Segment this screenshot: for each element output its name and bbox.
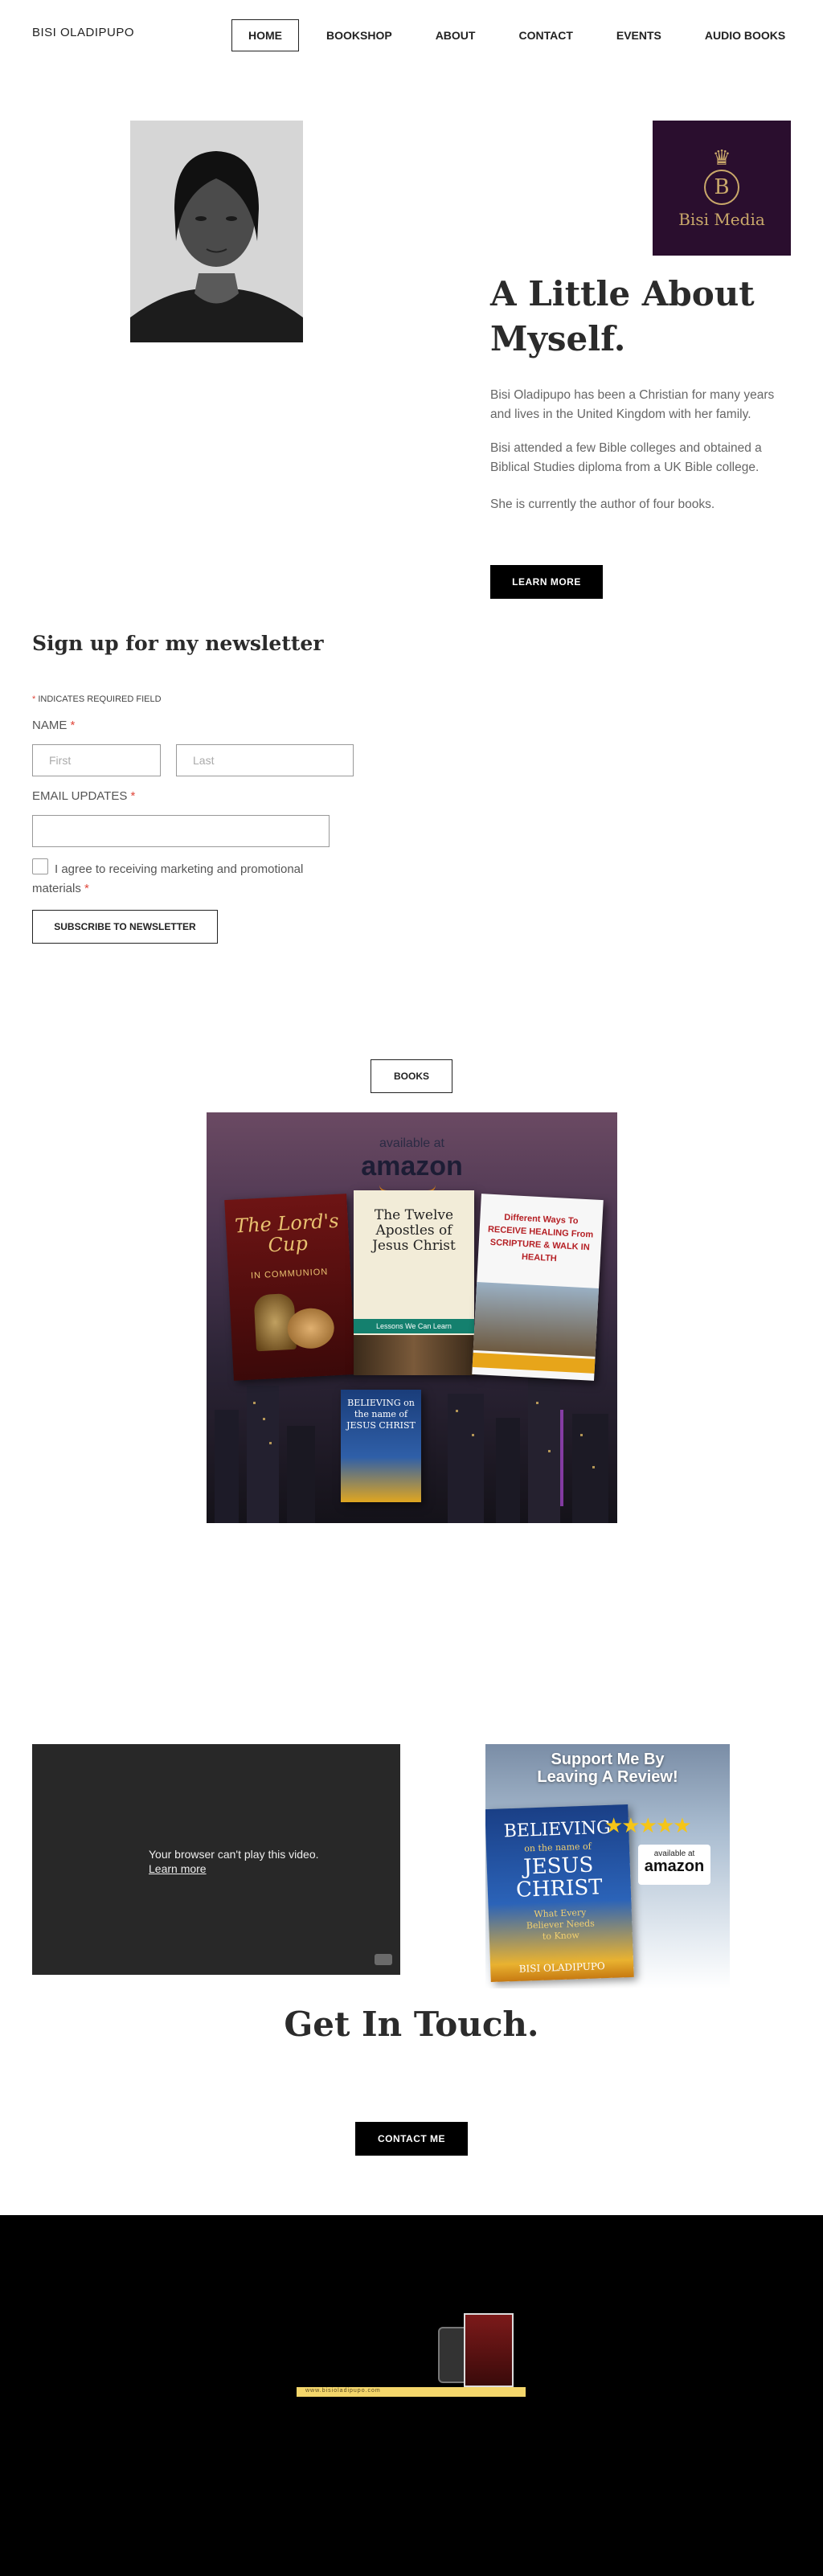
about-paragraph-3: She is currently the author of four book… bbox=[490, 498, 715, 511]
site-brand[interactable]: BISI OLADIPUPO bbox=[32, 26, 134, 39]
book-lords-cup-subtitle: IN COMMUNION bbox=[250, 1267, 329, 1281]
required-note: * INDICATES REQUIRED FIELD bbox=[32, 694, 162, 704]
available-at-text: available at bbox=[379, 1136, 444, 1150]
get-in-touch-title: Get In Touch. bbox=[284, 2005, 539, 2044]
about-paragraph-1: Bisi Oladipupo has been a Christian for … bbox=[490, 388, 775, 421]
video-learn-more-link[interactable]: Learn more bbox=[149, 1862, 207, 1875]
crown-icon: ♛ bbox=[712, 145, 731, 170]
nav-audio-books[interactable]: AUDIO BOOKS bbox=[689, 19, 801, 51]
email-label: EMAIL UPDATES * bbox=[32, 789, 136, 803]
email-input[interactable] bbox=[32, 815, 330, 847]
books-button[interactable]: BOOKS bbox=[371, 1059, 452, 1093]
subscribe-button[interactable]: SUBSCRIBE TO NEWSLETTER bbox=[32, 910, 218, 944]
book-twelve-apostles: The Twelve Apostles of Jesus Christ Less… bbox=[354, 1190, 474, 1375]
last-name-input[interactable]: Last bbox=[176, 744, 354, 776]
nav-about[interactable]: ABOUT bbox=[420, 19, 492, 51]
logo-text: Bisi Media bbox=[678, 210, 765, 229]
amazon-logo: amazon bbox=[361, 1151, 463, 1182]
youtube-icon[interactable] bbox=[375, 1954, 392, 1965]
name-label: NAME * bbox=[32, 719, 76, 732]
book-lords-cup: The Lord's Cup IN COMMUNION bbox=[224, 1194, 356, 1381]
logo-letter: B bbox=[704, 170, 739, 205]
author-portrait bbox=[130, 121, 303, 342]
nav-events[interactable]: EVENTS bbox=[600, 19, 678, 51]
footer-book-image bbox=[464, 2313, 514, 2387]
bisi-media-logo: ♛ B Bisi Media bbox=[653, 121, 791, 256]
review-amazon-badge: available at amazon bbox=[638, 1845, 710, 1885]
video-message: Your browser can't play this video. Lear… bbox=[149, 1848, 319, 1875]
contact-me-button[interactable]: CONTACT ME bbox=[355, 2122, 468, 2156]
required-asterisk: * bbox=[32, 694, 36, 704]
book-believing-title: BELIEVING on the name of JESUS CHRIST bbox=[346, 1398, 416, 1431]
main-nav: HOME BOOKSHOP ABOUT CONTACT EVENTS AUDIO… bbox=[231, 19, 813, 51]
book-believing: BELIEVING on the name of JESUS CHRIST bbox=[341, 1390, 421, 1502]
nav-contact[interactable]: CONTACT bbox=[502, 19, 588, 51]
footer-banner-text: www.bisioladipupo.com bbox=[305, 2388, 381, 2394]
consent-label: I agree to receiving marketing and promo… bbox=[32, 862, 304, 895]
books-promo-image: available at amazon The Lord's Cup IN CO… bbox=[207, 1112, 617, 1523]
review-heading: Support Me By Leaving A Review! bbox=[537, 1751, 678, 1786]
book-twelve-apostles-title: The Twelve Apostles of Jesus Christ bbox=[372, 1207, 456, 1254]
book-receive-healing: Different Ways To RECEIVE HEALING From S… bbox=[472, 1194, 604, 1381]
about-title: A Little About Myself. bbox=[490, 274, 755, 358]
book-twelve-apostles-subtitle: Lessons We Can Learn bbox=[354, 1319, 474, 1333]
nav-home[interactable]: HOME bbox=[231, 19, 299, 51]
first-name-input[interactable]: First bbox=[32, 744, 161, 776]
learn-more-button[interactable]: LEARN MORE bbox=[490, 565, 603, 599]
about-paragraph-2: Bisi attended a few Bible colleges and o… bbox=[490, 441, 762, 474]
video-player[interactable]: Your browser can't play this video. Lear… bbox=[32, 1744, 400, 1975]
five-stars-icon: ★★★★★ bbox=[604, 1813, 692, 1837]
newsletter-title: Sign up for my newsletter bbox=[32, 632, 324, 655]
review-promo-image: Support Me By Leaving A Review! BELIEVIN… bbox=[485, 1744, 730, 1988]
book-receive-healing-title: Different Ways To RECEIVE HEALING From S… bbox=[487, 1212, 594, 1264]
nav-bookshop[interactable]: BOOKSHOP bbox=[310, 19, 408, 51]
book-lords-cup-title: The Lord's Cup bbox=[234, 1209, 340, 1257]
